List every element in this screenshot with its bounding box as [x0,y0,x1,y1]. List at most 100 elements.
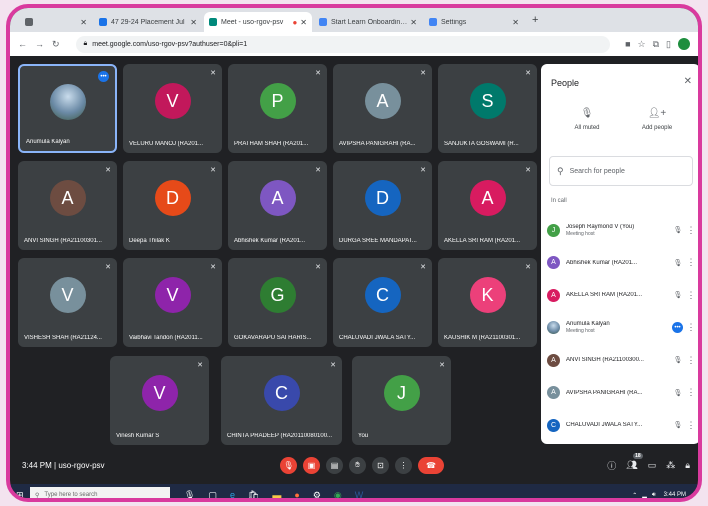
close-icon[interactable]: ✕ [80,18,87,27]
participant-info: CHALUVADI JWALA SATY... [566,422,671,428]
people-search-input[interactable]: ⚲ Search for people [549,156,693,186]
participant-row[interactable]: A Abhishek Kumar (RA201... 🎙︎ ⋮ [547,247,697,280]
present-button[interactable]: ⊡ [372,456,389,474]
mic-off-icon[interactable]: 🎙︎ [671,389,685,397]
close-icon[interactable]: ✕ [410,18,417,27]
chat-icon[interactable]: ▭ [648,460,657,471]
activities-icon[interactable]: ⁂ [666,460,675,471]
raise-hand-button[interactable]: ✋︎ [349,456,366,474]
forward-icon[interactable]: → [35,39,44,49]
participant-row[interactable]: Anumula Kalyan Meeting host ••• ⋮ [547,312,697,345]
add-people-button[interactable]: 👤︎+ Add people [627,108,687,131]
firefox-icon[interactable]: ● [294,490,299,499]
close-icon[interactable]: ✕ [190,18,197,27]
more-options-icon[interactable]: ⋮ [685,387,697,398]
participant-row[interactable]: A AVIPSHA PANIGRAHI (RA... 🎙︎ ⋮ [547,377,697,410]
participant-row[interactable]: A ANVI SINGH (RA21100300... 🎙︎ ⋮ [547,344,697,377]
participant-row[interactable]: A AKELLA SRI RAM (RA201... 🎙︎ ⋮ [547,279,697,312]
mic-off-icon: ✕ [105,167,111,174]
windows-start-icon[interactable]: ⊞ [16,490,24,499]
more-options-icon[interactable]: ⋮ [685,290,697,301]
participant-avatar: A [547,386,560,400]
close-icon[interactable]: ✕ [684,76,692,87]
participant-tile[interactable]: V ✕ VELURU MANOJ (RA201... [123,64,222,153]
edge-icon[interactable]: e [230,490,235,499]
participant-tile[interactable]: D ✕ Deepa Thilak K [123,161,222,250]
mute-all-button[interactable]: 🎙︎ All muted [557,108,617,131]
participant-tile[interactable]: K ✕ KAUSHIK M (RA21100301... [438,258,537,347]
mic-off-icon: ✕ [525,167,531,174]
url-field[interactable]: 🔒︎ meet.google.com/uso-rgov-psv?authuser… [75,35,611,53]
mic-off-icon[interactable]: 🎙︎ [671,356,685,364]
task-view-icon[interactable]: ▢ [208,490,217,499]
participant-tile[interactable]: S ✕ SANJUKTA GOSWAMI (R... [438,64,537,153]
search-icon: ⚲ [35,492,40,499]
participant-tile[interactable]: D ✕ DURGA SREE MANDAPAT... [333,161,432,250]
close-icon[interactable]: ✕ [512,18,519,27]
captions-button[interactable]: ▤ [326,456,343,474]
participant-tile[interactable]: A ✕ AKELLA SRI RAM (RA201... [438,161,537,250]
mic-off-icon[interactable]: 🎙︎ [671,291,685,299]
participant-tile[interactable]: C ✕ CHINTA PRADEEP (RA20110080100... [221,356,342,445]
people-icon[interactable]: 👥︎ 18 [626,452,643,471]
leave-call-button[interactable]: ☎︎ [418,456,444,474]
mic-icon[interactable]: 🎙︎ [184,490,195,499]
file-explorer-icon[interactable]: ▬ [272,490,281,499]
mic-off-icon[interactable]: 🎙︎ [671,226,685,234]
more-options-icon[interactable]: ⋮ [685,322,697,333]
mic-off-icon[interactable]: 🎙︎ [671,259,685,267]
participant-name: Abhishek Kumar (RA201... [234,238,306,244]
mic-off-icon: ✕ [315,167,321,174]
participant-tile[interactable]: A ✕ ANVI SINGH (RA21100301... [18,161,117,250]
participant-tile[interactable]: J ✕ You [352,356,451,445]
camera-icon[interactable]: ■ [625,39,630,49]
volume-icon[interactable]: 🔊︎ [652,492,656,499]
store-icon[interactable]: 🛍︎ [248,490,259,499]
host-controls-icon[interactable]: 🔒︎ [685,460,690,471]
participant-tile[interactable]: C ✕ CHALUVADI JWALA SATY... [333,258,432,347]
participant-tile[interactable]: V ✕ VISHESH SHAH (RA21124... [18,258,117,347]
participant-row[interactable]: C CHALUVADI JWALA SATY... 🎙︎ ⋮ [547,409,697,442]
bookmark-star-icon[interactable]: ☆ [638,39,646,50]
participant-count-badge: 18 [633,452,643,459]
browser-tab[interactable]: ✕ [20,12,92,32]
participant-tile[interactable]: V ✕ Vaibhavi Tandon (RA2011... [123,258,222,347]
participant-tile[interactable]: P ✕ PRATHAM SHAH (RA201... [228,64,327,153]
info-icon[interactable]: ⓘ [607,459,616,472]
participant-tile[interactable]: V ✕ Vinesh Kumar S [110,356,209,445]
more-options-icon[interactable]: ⋮ [685,355,697,366]
word-icon[interactable]: W [355,490,364,499]
more-options-icon[interactable]: ⋮ [685,420,697,431]
sidebar-icon[interactable]: ▯ [666,39,671,50]
browser-tab[interactable]: Settings ✕ [424,12,524,32]
close-icon[interactable]: ✕ [300,18,307,27]
settings-icon[interactable]: ⚙︎ [313,490,321,499]
chrome-icon[interactable]: ◉ [334,490,342,499]
participant-tile[interactable]: G ✕ GOKAVARAPU SAI HARIS... [228,258,327,347]
new-tab-button[interactable]: + [526,14,544,26]
reload-icon[interactable]: ↻ [52,39,60,50]
tray-chevron-icon[interactable]: ⌃ [632,492,637,499]
browser-tab[interactable]: Start Learn Onboarding (Lesson ✕ [314,12,422,32]
mic-off-icon: ✕ [439,362,445,369]
camera-toggle-button[interactable]: ▣ [303,456,320,474]
back-icon[interactable]: ← [18,39,27,49]
more-options-button[interactable]: ⋮ [395,456,412,474]
mic-toggle-button[interactable]: 🎙︎ [280,456,297,474]
network-icon[interactable]: ▂ [642,492,647,499]
profile-avatar[interactable] [678,38,690,50]
participant-info: ANVI SINGH (RA21100300... [566,357,671,363]
browser-tab[interactable]: 47 29-24 Placement Jul ✕ [94,12,202,32]
taskbar-search-input[interactable]: ⚲ Type here to search [30,487,170,499]
extensions-icon[interactable]: ⧉ [653,39,659,50]
participant-tile[interactable]: ••• Anumula Kalyan [18,64,117,153]
browser-tab-active[interactable]: Meet - uso-rgov-psv ● ✕ [204,12,312,32]
participant-name: PRATHAM SHAH (RA201... [234,141,309,147]
more-options-icon[interactable]: ⋮ [685,257,697,268]
participant-tile[interactable]: A ✕ Abhishek Kumar (RA201... [228,161,327,250]
more-options-icon[interactable]: ⋮ [685,225,697,236]
participant-row[interactable]: J Joseph Raymond V (You) Meeting host 🎙︎ ⋮ [547,214,697,247]
mic-active-icon[interactable]: ••• [672,322,683,334]
participant-tile[interactable]: A ✕ AVIPSHA PANIGRAHI (RA... [333,64,432,153]
mic-off-icon[interactable]: 🎙︎ [671,421,685,429]
